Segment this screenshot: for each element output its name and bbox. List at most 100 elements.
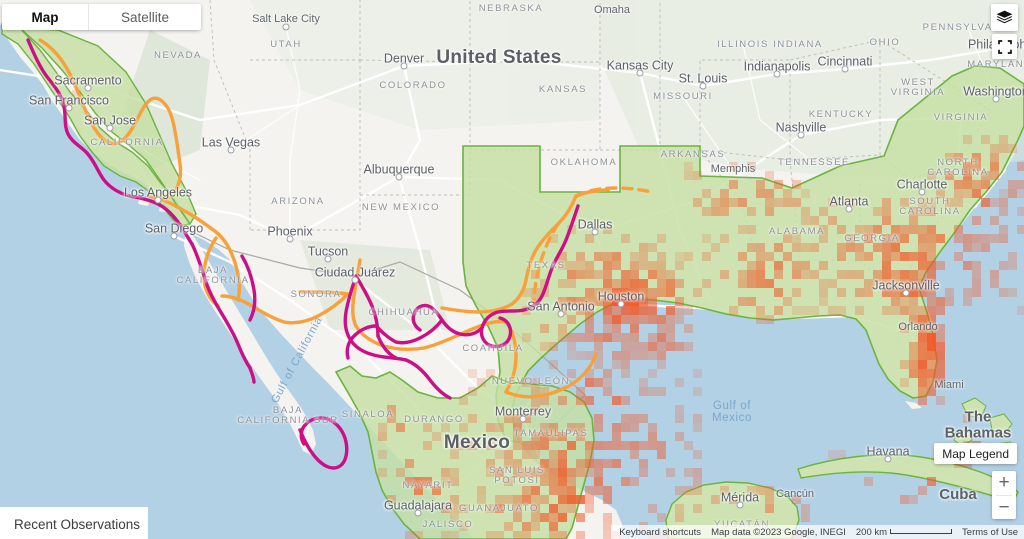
fullscreen-button[interactable]: [992, 34, 1017, 59]
observation-cell: [792, 495, 801, 504]
observation-cell: [666, 342, 675, 351]
map-legend-button[interactable]: Map Legend: [934, 443, 1017, 464]
observation-cell: [972, 153, 981, 162]
observation-cell: [1008, 252, 1017, 261]
city-marker: [902, 289, 910, 297]
observation-cell: [837, 450, 846, 459]
zoom-out-button[interactable]: −: [992, 496, 1016, 520]
observation-cell: [576, 423, 585, 432]
recent-observations-panel[interactable]: Recent Observations: [0, 507, 148, 539]
observation-cell: [576, 387, 585, 396]
observation-cell: [675, 279, 684, 288]
observation-cell: [576, 468, 585, 477]
observation-cell: [621, 342, 630, 351]
observation-cell: [648, 441, 657, 450]
observation-cell: [756, 486, 765, 495]
observation-cell: [549, 513, 558, 522]
observation-cell: [756, 315, 765, 324]
observation-cell: [585, 378, 594, 387]
observation-cell: [594, 459, 603, 468]
city-marker: [519, 415, 527, 423]
observation-cell: [621, 288, 630, 297]
observation-cell: [909, 225, 918, 234]
observation-cell: [585, 288, 594, 297]
observation-cell: [450, 513, 459, 522]
observation-cell: [927, 297, 936, 306]
observation-cell: [585, 261, 594, 270]
observation-cell: [630, 441, 639, 450]
observation-cell: [639, 315, 648, 324]
observation-cell: [837, 270, 846, 279]
observation-cell: [909, 360, 918, 369]
zoom-control[interactable]: + −: [992, 471, 1016, 519]
observation-cell: [630, 288, 639, 297]
observation-cell: [630, 450, 639, 459]
observation-cell: [765, 207, 774, 216]
observation-cell: [549, 423, 558, 432]
observation-cell: [711, 243, 720, 252]
observation-cell: [603, 486, 612, 495]
observation-cell: [450, 504, 459, 513]
observation-cell: [657, 315, 666, 324]
observation-cell: [882, 306, 891, 315]
observation-cell: [666, 315, 675, 324]
city-marker: [351, 276, 359, 284]
observation-cell: [972, 243, 981, 252]
observation-cell: [522, 468, 531, 477]
map-type-satellite-button[interactable]: Satellite: [88, 4, 201, 30]
observation-cell: [549, 486, 558, 495]
observation-cell: [603, 459, 612, 468]
observation-cell: [909, 315, 918, 324]
observation-cell: [657, 360, 666, 369]
observation-cell: [927, 315, 936, 324]
observation-cell: [657, 342, 666, 351]
observation-cell: [1008, 189, 1017, 198]
observation-cell: [729, 180, 738, 189]
observation-cell: [513, 423, 522, 432]
city-marker: [617, 300, 625, 308]
observation-cell: [441, 423, 450, 432]
observation-cell: [531, 468, 540, 477]
observation-cell: [603, 513, 612, 522]
observation-cell: [630, 324, 639, 333]
observation-cell: [522, 495, 531, 504]
observation-cell: [801, 306, 810, 315]
observation-cell: [666, 279, 675, 288]
observation-cell: [423, 441, 432, 450]
observation-cell: [927, 360, 936, 369]
map-type-control[interactable]: Map Satellite: [2, 4, 201, 30]
observation-cell: [927, 378, 936, 387]
observation-cell: [477, 378, 486, 387]
terms-of-use-link[interactable]: Terms of Use: [962, 527, 1018, 538]
map-canvas[interactable]: United States Mexico Cuba The Bahamas Salt L…: [0, 0, 1024, 539]
observation-cell: [891, 225, 900, 234]
observation-cell: [810, 306, 819, 315]
observation-cell: [549, 459, 558, 468]
observation-cell: [999, 225, 1008, 234]
observation-cell: [648, 297, 657, 306]
observation-cell: [459, 441, 468, 450]
observation-cell: [909, 495, 918, 504]
observation-cell: [792, 306, 801, 315]
map-type-map-button[interactable]: Map: [2, 4, 88, 30]
observation-cell: [720, 207, 729, 216]
keyboard-shortcuts-link[interactable]: Keyboard shortcuts: [619, 527, 701, 538]
layers-button[interactable]: [991, 4, 1018, 31]
observation-cell: [648, 504, 657, 513]
observation-cell: [972, 288, 981, 297]
observation-cell: [900, 270, 909, 279]
observation-cell: [675, 342, 684, 351]
observation-cell: [900, 324, 909, 333]
observation-cell: [918, 333, 927, 342]
observation-cell: [891, 243, 900, 252]
zoom-in-button[interactable]: +: [992, 471, 1016, 495]
observation-cell: [900, 279, 909, 288]
observation-cell: [513, 459, 522, 468]
observation-cell: [495, 495, 504, 504]
observation-cell: [864, 252, 873, 261]
observation-cell: [990, 279, 999, 288]
observation-cell: [963, 171, 972, 180]
observation-cell: [738, 297, 747, 306]
observation-cell: [738, 252, 747, 261]
observation-cell: [657, 324, 666, 333]
